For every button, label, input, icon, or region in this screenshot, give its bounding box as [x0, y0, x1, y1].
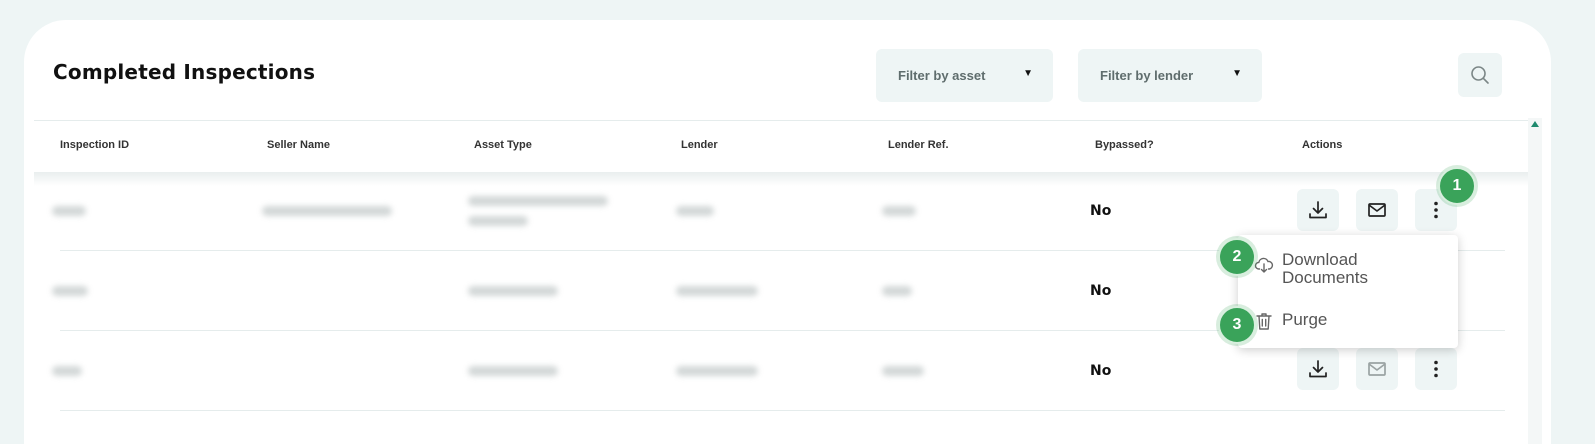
- menu-item-download-line1: Download: [1282, 250, 1358, 269]
- blurred-inspection-id: [52, 366, 82, 376]
- menu-item-purge-label: Purge: [1282, 310, 1328, 329]
- trash-icon: [1256, 313, 1272, 330]
- blurred-lender-ref: [882, 366, 924, 376]
- blurred-asset-type: [468, 286, 558, 296]
- blurred-inspection-id: [52, 206, 86, 216]
- column-header-lender: Lender: [681, 139, 718, 151]
- blurred-lender: [676, 286, 758, 296]
- blurred-asset-type: [468, 366, 558, 376]
- bypassed-value: No: [1090, 203, 1112, 219]
- step-badge-3: 3: [1218, 306, 1256, 344]
- mail-icon: [1368, 362, 1386, 376]
- email-button-disabled[interactable]: [1356, 348, 1398, 390]
- filter-asset-select[interactable]: Filter by asset ▼: [876, 49, 1053, 102]
- menu-item-download-documents[interactable]: Download Documents: [1254, 251, 1368, 287]
- chevron-down-icon: ▼: [1232, 68, 1242, 79]
- column-header-asset-type: Asset Type: [474, 139, 532, 151]
- blurred-inspection-id: [52, 286, 88, 296]
- scroll-up-arrow-icon[interactable]: [1531, 121, 1539, 127]
- menu-item-download-line2: Documents: [1282, 268, 1368, 287]
- search-icon: [1471, 66, 1489, 84]
- mail-icon: [1368, 203, 1386, 217]
- column-header-actions: Actions: [1302, 139, 1343, 151]
- more-actions-button[interactable]: [1415, 348, 1457, 390]
- header-shadow: [34, 172, 1528, 186]
- download-icon: [1309, 360, 1327, 378]
- column-header-inspection-id: Inspection ID: [60, 139, 130, 151]
- blurred-lender: [676, 366, 758, 376]
- search-button[interactable]: [1458, 53, 1502, 97]
- chevron-down-icon: ▼: [1023, 68, 1033, 79]
- step-badge-1: 1: [1438, 167, 1476, 205]
- page-title: Completed Inspections: [53, 60, 316, 84]
- download-button[interactable]: [1297, 189, 1339, 231]
- filter-lender-label: Filter by lender: [1100, 68, 1194, 83]
- blurred-lender-ref: [882, 286, 912, 296]
- bypassed-value: No: [1090, 283, 1112, 299]
- column-header-lender-ref: Lender Ref.: [888, 139, 949, 151]
- blurred-lender: [676, 206, 714, 216]
- row-divider: [60, 410, 1505, 411]
- step-badge-2: 2: [1218, 238, 1256, 276]
- email-button[interactable]: [1356, 189, 1398, 231]
- column-header-seller-name: Seller Name: [267, 139, 330, 151]
- more-vertical-icon: [1434, 201, 1438, 219]
- blurred-asset-type: [468, 196, 608, 206]
- header-divider: [34, 120, 1528, 121]
- actions-dropdown-menu: Download Documents Purge: [1238, 235, 1458, 348]
- vertical-scrollbar[interactable]: [1528, 118, 1542, 444]
- blurred-seller-name: [262, 206, 392, 216]
- cloud-download-icon: [1254, 257, 1274, 273]
- download-icon: [1309, 201, 1327, 219]
- menu-item-purge[interactable]: Purge: [1254, 311, 1327, 331]
- bypassed-value: No: [1090, 363, 1112, 379]
- filter-asset-label: Filter by asset: [898, 68, 986, 83]
- download-button[interactable]: [1297, 348, 1339, 390]
- blurred-asset-type: [468, 216, 528, 226]
- filter-lender-select[interactable]: Filter by lender ▼: [1078, 49, 1262, 102]
- more-vertical-icon: [1434, 360, 1438, 378]
- blurred-lender-ref: [882, 206, 916, 216]
- column-header-bypassed: Bypassed?: [1095, 139, 1154, 151]
